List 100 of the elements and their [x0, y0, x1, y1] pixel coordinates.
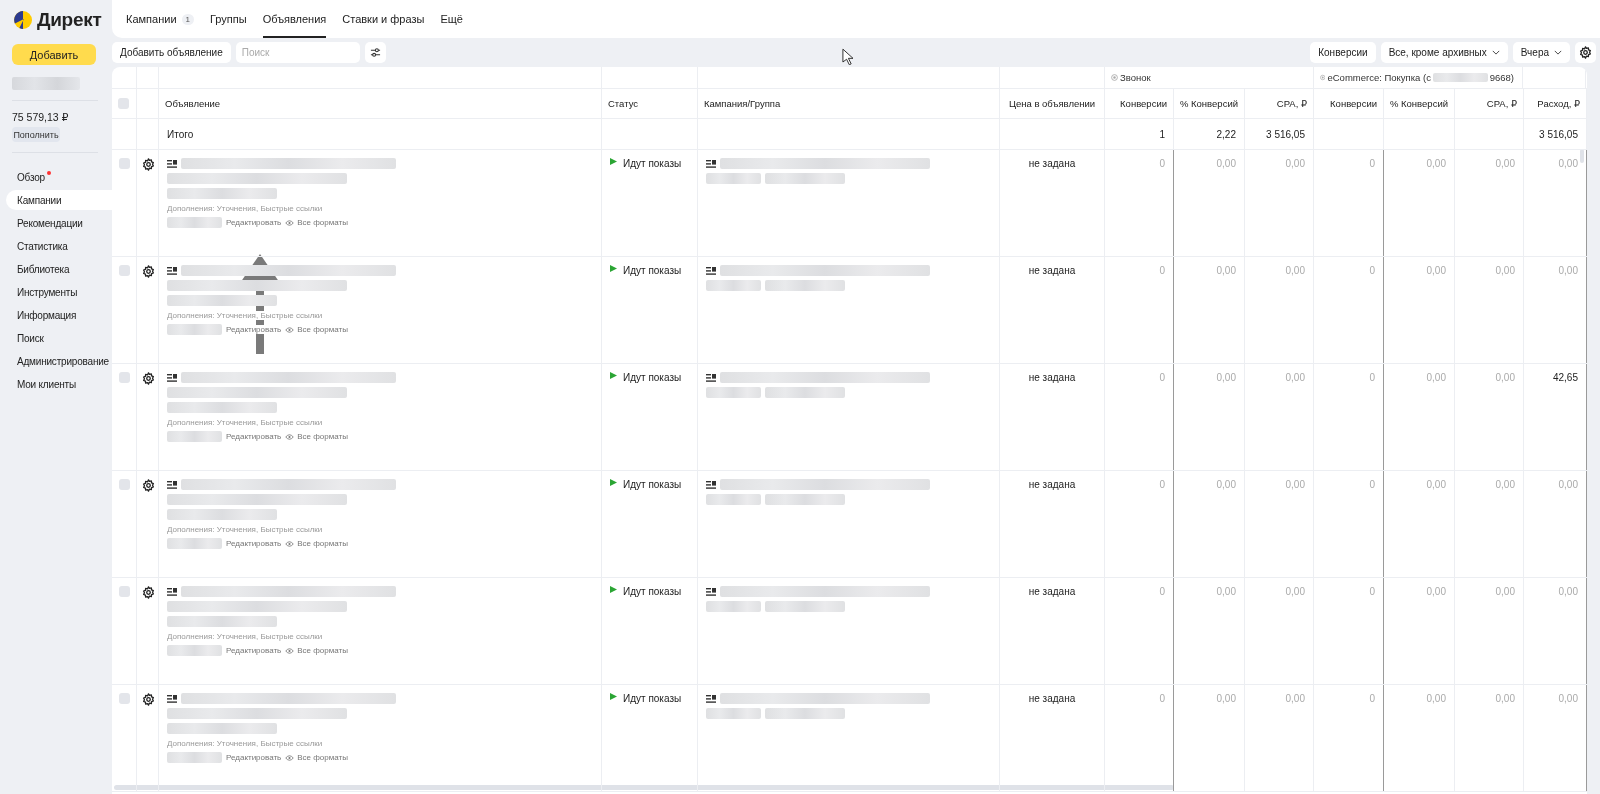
blurred-text: [706, 387, 761, 398]
table-cell: 0,00: [1495, 265, 1515, 276]
count-badge: 1: [181, 13, 194, 25]
table-cell: 0,00: [1285, 372, 1305, 383]
settings-icon[interactable]: [142, 158, 155, 171]
table-cell: 0,00: [1495, 372, 1515, 383]
checkbox[interactable]: [119, 586, 130, 597]
formats-link[interactable]: Все форматы: [285, 218, 348, 227]
cursor-icon: [842, 48, 853, 65]
formats-link[interactable]: Все форматы: [285, 753, 348, 762]
list-icon: [167, 694, 177, 703]
sidebar-item[interactable]: Рекомендации: [6, 213, 112, 233]
table-cell: 0: [1369, 158, 1375, 169]
table-cell: 0: [1159, 372, 1165, 383]
target-icon: [1111, 74, 1118, 81]
filter-button[interactable]: [364, 42, 386, 63]
tab[interactable]: Кампании 1: [126, 0, 194, 38]
table-cell: 0,00: [1495, 479, 1515, 490]
add-button[interactable]: Добавить: [12, 44, 96, 65]
sidebar-item[interactable]: Обзор: [6, 167, 112, 187]
formats-link[interactable]: Все форматы: [285, 325, 348, 334]
list-icon: [706, 587, 716, 596]
edit-link[interactable]: Редактировать: [226, 432, 282, 441]
status-text: Идут показы: [623, 158, 682, 169]
table-cell: 0,00: [1558, 158, 1578, 169]
edit-link[interactable]: Редактировать: [226, 218, 282, 227]
eye-icon: [285, 433, 295, 440]
filter-dropdown[interactable]: Все, кроме архивных: [1380, 42, 1508, 63]
table-cell: 3 516,05: [1245, 119, 1314, 149]
table-cell: 0,00: [1216, 158, 1236, 169]
filter-dropdown[interactable]: Конверсии: [1310, 42, 1376, 63]
balance: 75 579,13 ₽: [12, 111, 70, 123]
formats-link[interactable]: Все форматы: [285, 539, 348, 548]
tab[interactable]: Объявления: [262, 0, 327, 38]
edit-link[interactable]: Редактировать: [226, 753, 282, 762]
eye-icon: [285, 540, 295, 547]
play-icon: [610, 158, 617, 165]
settings-icon[interactable]: [142, 265, 155, 278]
add-ad-button[interactable]: Добавить объявление: [112, 42, 231, 63]
checkbox[interactable]: [118, 98, 129, 109]
table-cell: 0,00: [1426, 479, 1446, 490]
table-cell: 0,00: [1495, 586, 1515, 597]
settings-icon[interactable]: [142, 479, 155, 492]
sidebar-item[interactable]: Администрирование: [6, 351, 112, 371]
blurred-text: [706, 173, 761, 184]
column-header: Конверсии: [1314, 89, 1384, 118]
table-cell: не задана: [1028, 372, 1076, 383]
tab[interactable]: Группы: [210, 0, 247, 38]
eye-icon: [285, 754, 295, 761]
list-icon: [706, 159, 716, 168]
table-cell: 0: [1369, 372, 1375, 383]
table-cell: не задана: [1028, 479, 1076, 490]
settings-icon[interactable]: [142, 586, 155, 599]
blurred-text: [706, 708, 761, 719]
table-cell: 0,00: [1216, 586, 1236, 597]
sidebar-item[interactable]: Мои клиенты: [6, 374, 112, 394]
vertical-scrollbar[interactable]: [1580, 149, 1584, 163]
formats-link[interactable]: Все форматы: [285, 646, 348, 655]
table-cell: 0,00: [1426, 158, 1446, 169]
sidebar-item[interactable]: Поиск: [6, 328, 112, 348]
column-header: Расход, ₽: [1524, 89, 1587, 118]
filter-dropdown[interactable]: Вчера: [1512, 42, 1570, 63]
table-cell: 0,00: [1216, 265, 1236, 276]
edit-link[interactable]: Редактировать: [226, 325, 282, 334]
tab[interactable]: Ещё: [440, 0, 463, 38]
table-cell: 0: [1159, 265, 1165, 276]
edit-link[interactable]: Редактировать: [226, 646, 282, 655]
list-icon: [706, 480, 716, 489]
column-group-title: 9668): [1489, 72, 1514, 83]
table-cell: не задана: [1028, 158, 1076, 169]
checkbox[interactable]: [119, 479, 130, 490]
sidebar-item[interactable]: Инструменты: [6, 282, 112, 302]
table-cell: 0,00: [1426, 265, 1446, 276]
table-cell: 0,00: [1558, 586, 1578, 597]
list-icon: [167, 480, 177, 489]
table-cell: 0,00: [1285, 158, 1305, 169]
table-cell: 1: [1105, 119, 1174, 149]
horizontal-scrollbar[interactable]: [114, 785, 1174, 790]
eye-icon: [285, 326, 295, 333]
checkbox[interactable]: [119, 265, 130, 276]
search-field[interactable]: Поиск: [235, 42, 360, 63]
tab[interactable]: Ставки и фразы: [342, 0, 425, 38]
table-cell: 0,00: [1285, 693, 1305, 704]
settings-icon[interactable]: [142, 693, 155, 706]
sidebar-item[interactable]: Статистика: [6, 236, 112, 256]
formats-link[interactable]: Все форматы: [285, 432, 348, 441]
logo-icon: [14, 11, 32, 29]
checkbox[interactable]: [119, 372, 130, 383]
table-cell: 0,00: [1216, 372, 1236, 383]
sidebar-item[interactable]: Информация: [6, 305, 112, 325]
blurred-text: [167, 645, 222, 656]
sidebar-item[interactable]: Кампании: [6, 190, 112, 210]
top-up-button[interactable]: Пополнить: [12, 127, 60, 142]
edit-link[interactable]: Редактировать: [226, 539, 282, 548]
checkbox[interactable]: [119, 158, 130, 169]
sidebar-item[interactable]: Библиотека: [6, 259, 112, 279]
settings-icon[interactable]: [142, 372, 155, 385]
checkbox[interactable]: [119, 693, 130, 704]
table-cell: 0,00: [1558, 479, 1578, 490]
list-icon: [167, 266, 177, 275]
